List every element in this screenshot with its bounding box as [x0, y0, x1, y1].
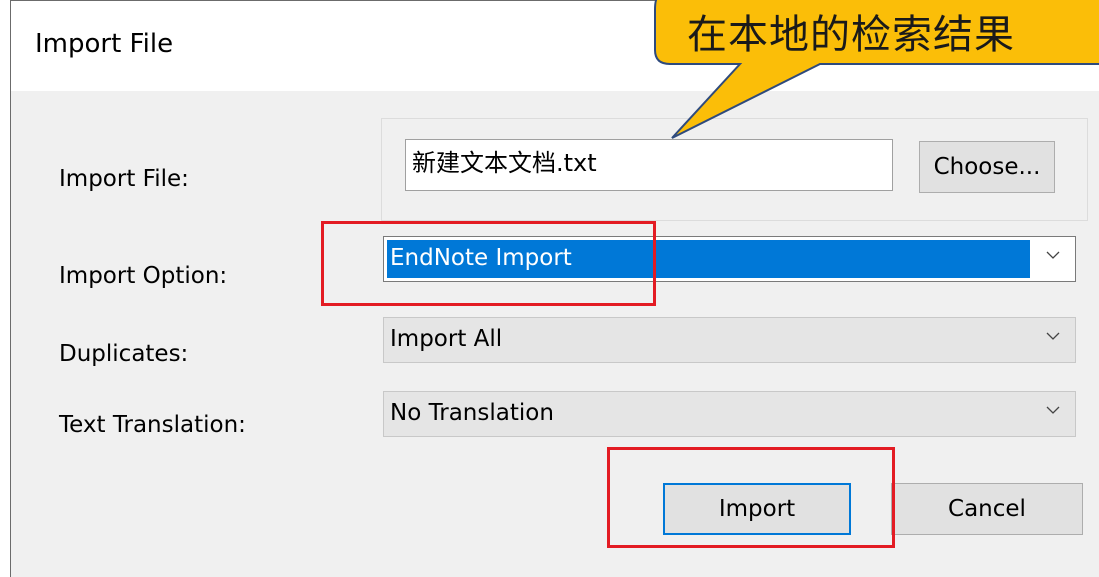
callout-text: 在本地的检索结果	[687, 12, 1015, 58]
callout-bubble	[654, 0, 1099, 139]
